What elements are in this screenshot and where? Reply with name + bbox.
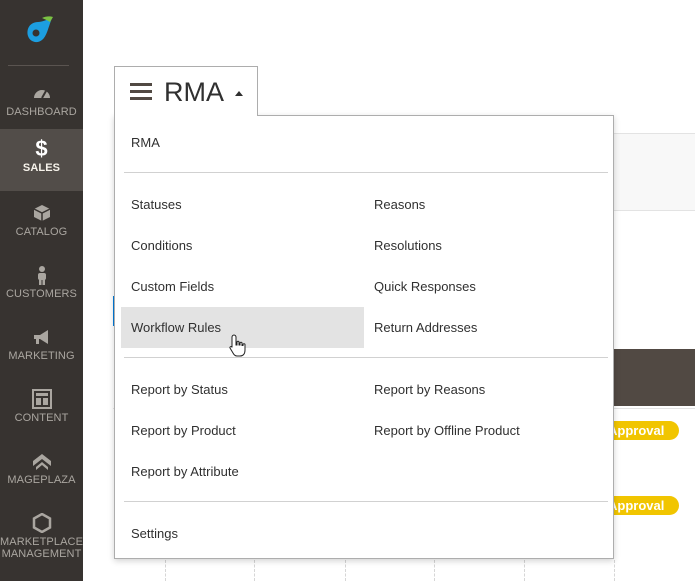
menu-item-resolutions[interactable]: Resolutions xyxy=(374,238,442,254)
megaphone-icon xyxy=(33,330,48,344)
menu-item-reasons[interactable]: Reasons xyxy=(374,197,425,213)
sidebar-item-sales[interactable]: $ SALES xyxy=(0,129,83,191)
menu-item-quick-responses[interactable]: Quick Responses xyxy=(374,279,476,295)
menu-item-report-by-offline-product[interactable]: Report by Offline Product xyxy=(374,423,520,439)
sidebar-item-catalog[interactable]: CATALOG xyxy=(0,191,83,253)
grid-header xyxy=(600,349,695,406)
layout-icon xyxy=(31,389,52,409)
menu-divider xyxy=(124,172,608,173)
sidebar-item-label: CUSTOMERS xyxy=(6,288,77,300)
menu-divider xyxy=(124,501,608,502)
menu-item-custom-fields[interactable]: Custom Fields xyxy=(131,279,214,295)
menu-item-conditions[interactable]: Conditions xyxy=(131,238,192,254)
sidebar-item-customers[interactable]: CUSTOMERS xyxy=(0,253,83,315)
menu-item-report-by-attribute[interactable]: Report by Attribute xyxy=(131,464,239,480)
hamburger-icon xyxy=(130,83,152,101)
menu-item-report-by-reasons[interactable]: Report by Reasons xyxy=(374,382,485,398)
menu-divider xyxy=(124,357,608,358)
sidebar-item-mageplaza[interactable]: MAGEPLAZA xyxy=(0,439,83,501)
sidebar-item-marketplace-management[interactable]: MARKETPLACE MANAGEMENT xyxy=(0,501,83,581)
grid-column-divider xyxy=(524,560,526,581)
logo-divider xyxy=(8,65,69,66)
hand-pointer-icon xyxy=(229,334,246,357)
grid-column-divider xyxy=(254,560,256,581)
sidebar-item-label-line2: MANAGEMENT xyxy=(1,548,82,560)
person-icon xyxy=(37,266,46,285)
logo-icon xyxy=(27,16,53,43)
sidebar-item-label: DASHBOARD xyxy=(6,106,77,118)
dollar-icon: $ xyxy=(35,136,48,161)
sidebar-item-label: CATALOG xyxy=(15,226,68,238)
menu-item-return-addresses[interactable]: Return Addresses xyxy=(374,320,477,336)
grid-column-divider xyxy=(434,560,436,581)
grid-column-divider xyxy=(614,560,616,581)
rma-menu-button[interactable]: RMA xyxy=(114,66,258,116)
sidebar-item-label: SALES xyxy=(22,162,61,174)
caret-up-icon xyxy=(235,91,243,96)
sidebar-item-label: MAGEPLAZA xyxy=(7,474,76,486)
menu-item-report-by-status[interactable]: Report by Status xyxy=(131,382,228,398)
grid-column-divider xyxy=(345,560,347,581)
menu-item-settings[interactable]: Settings xyxy=(131,526,178,542)
sidebar-item-label: MARKETPLACE xyxy=(0,536,84,548)
menu-item-rma[interactable]: RMA xyxy=(131,135,160,151)
hexagon-icon xyxy=(32,513,51,533)
mageplaza-icon xyxy=(32,454,51,470)
admin-sidebar: DASHBOARD $ SALES CATALOG CUSTOMERS MARK… xyxy=(0,0,83,581)
menu-title: RMA xyxy=(164,77,224,107)
sidebar-item-label: CONTENT xyxy=(14,412,69,424)
cube-icon xyxy=(33,205,50,221)
dashboard-icon xyxy=(33,90,50,99)
sidebar-item-marketing[interactable]: MARKETING xyxy=(0,315,83,377)
magento-logo[interactable] xyxy=(0,0,83,66)
grid-column-divider xyxy=(165,560,167,581)
sidebar-item-label: MARKETING xyxy=(8,350,75,362)
menu-item-report-by-product[interactable]: Report by Product xyxy=(131,423,236,439)
menu-item-statuses[interactable]: Statuses xyxy=(131,197,182,213)
sidebar-item-content[interactable]: CONTENT xyxy=(0,377,83,439)
rma-dropdown-menu: RMA Statuses Reasons Conditions Resoluti… xyxy=(114,115,614,559)
menu-item-workflow-rules[interactable]: Workflow Rules xyxy=(131,320,221,336)
